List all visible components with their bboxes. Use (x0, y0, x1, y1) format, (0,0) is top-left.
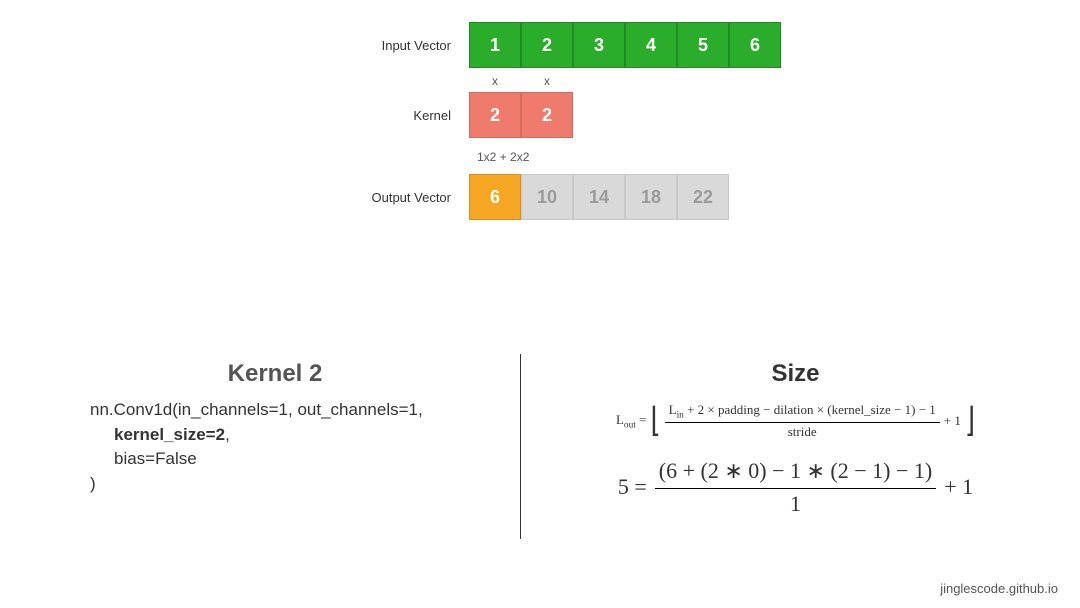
code-line: ) (90, 472, 500, 497)
size-formula: Lout = ⌊ Lin + 2 × padding − dilation × … (551, 402, 1040, 440)
input-cell: 1 (469, 22, 521, 68)
attribution: jinglescode.github.io (940, 581, 1058, 596)
floor-bracket-left: ⌊ (650, 406, 660, 435)
calc-numerator: (6 + (2 ∗ 0) − 1 ∗ (2 − 1) − 1) (655, 458, 936, 488)
formula-tail: + 1 (944, 413, 961, 429)
output-cell-active: 6 (469, 174, 521, 220)
kernel-cell: 2 (469, 92, 521, 138)
output-cell: 10 (521, 174, 573, 220)
dot-product-text: 1x2 + 2x2 (469, 144, 781, 174)
input-cell: 4 (625, 22, 677, 68)
kernel-cell: 2 (521, 92, 573, 138)
calc-lhs: 5 = (618, 474, 647, 500)
input-cell: 3 (573, 22, 625, 68)
output-cells: 6 10 14 18 22 (469, 174, 729, 220)
floor-bracket-right: ⌋ (965, 406, 975, 435)
input-cell: 5 (677, 22, 729, 68)
input-cell: 6 (729, 22, 781, 68)
output-cell: 18 (625, 174, 677, 220)
kernel-cells: 2 2 (469, 92, 573, 138)
size-title: Size (551, 360, 1040, 388)
code-line: bias=False (90, 447, 500, 472)
formula-fraction: Lin + 2 × padding − dilation × (kernel_s… (665, 402, 940, 440)
code-column: Kernel 2 nn.Conv1d(in_channels=1, out_ch… (0, 360, 520, 539)
code-block: nn.Conv1d(in_channels=1, out_channels=1,… (90, 398, 500, 497)
input-cell: 2 (521, 22, 573, 68)
convolution-diagram: Input Vector 1 2 3 4 5 6 x x Kernel 2 2 … (0, 0, 1080, 226)
input-label: Input Vector (329, 38, 469, 53)
explanation-panel: Kernel 2 nn.Conv1d(in_channels=1, out_ch… (0, 360, 1080, 539)
input-row: Input Vector 1 2 3 4 5 6 (329, 22, 781, 68)
code-text: , (225, 425, 230, 444)
kernel-label: Kernel (329, 108, 469, 123)
formula-denominator: stride (665, 422, 940, 440)
mult-marker: x (521, 74, 573, 88)
input-cells: 1 2 3 4 5 6 (469, 22, 781, 68)
output-row: Output Vector 6 10 14 18 22 (329, 174, 781, 220)
code-emphasis: kernel_size=2 (114, 425, 225, 444)
size-calculation: 5 = (6 + (2 ∗ 0) − 1 ∗ (2 − 1) − 1) 1 + … (551, 458, 1040, 517)
output-cell: 14 (573, 174, 625, 220)
formula-numerator: Lin + 2 × padding − dilation × (kernel_s… (665, 402, 940, 422)
code-line: nn.Conv1d(in_channels=1, out_channels=1, (90, 398, 500, 423)
mult-marker: x (469, 74, 521, 88)
output-label: Output Vector (329, 190, 469, 205)
mult-marker-row: x x (469, 74, 781, 88)
formula-lhs: Lout = (616, 412, 647, 431)
diagram-inner: Input Vector 1 2 3 4 5 6 x x Kernel 2 2 … (329, 22, 781, 226)
output-cell: 22 (677, 174, 729, 220)
calc-fraction: (6 + (2 ∗ 0) − 1 ∗ (2 − 1) − 1) 1 (655, 458, 936, 517)
code-line: kernel_size=2, (90, 423, 500, 448)
calc-denominator: 1 (655, 488, 936, 517)
calc-tail: + 1 (944, 474, 973, 500)
size-column: Size Lout = ⌊ Lin + 2 × padding − dilati… (521, 360, 1080, 539)
kernel-row: Kernel 2 2 (329, 92, 781, 138)
kernel-title: Kernel 2 (50, 360, 500, 388)
